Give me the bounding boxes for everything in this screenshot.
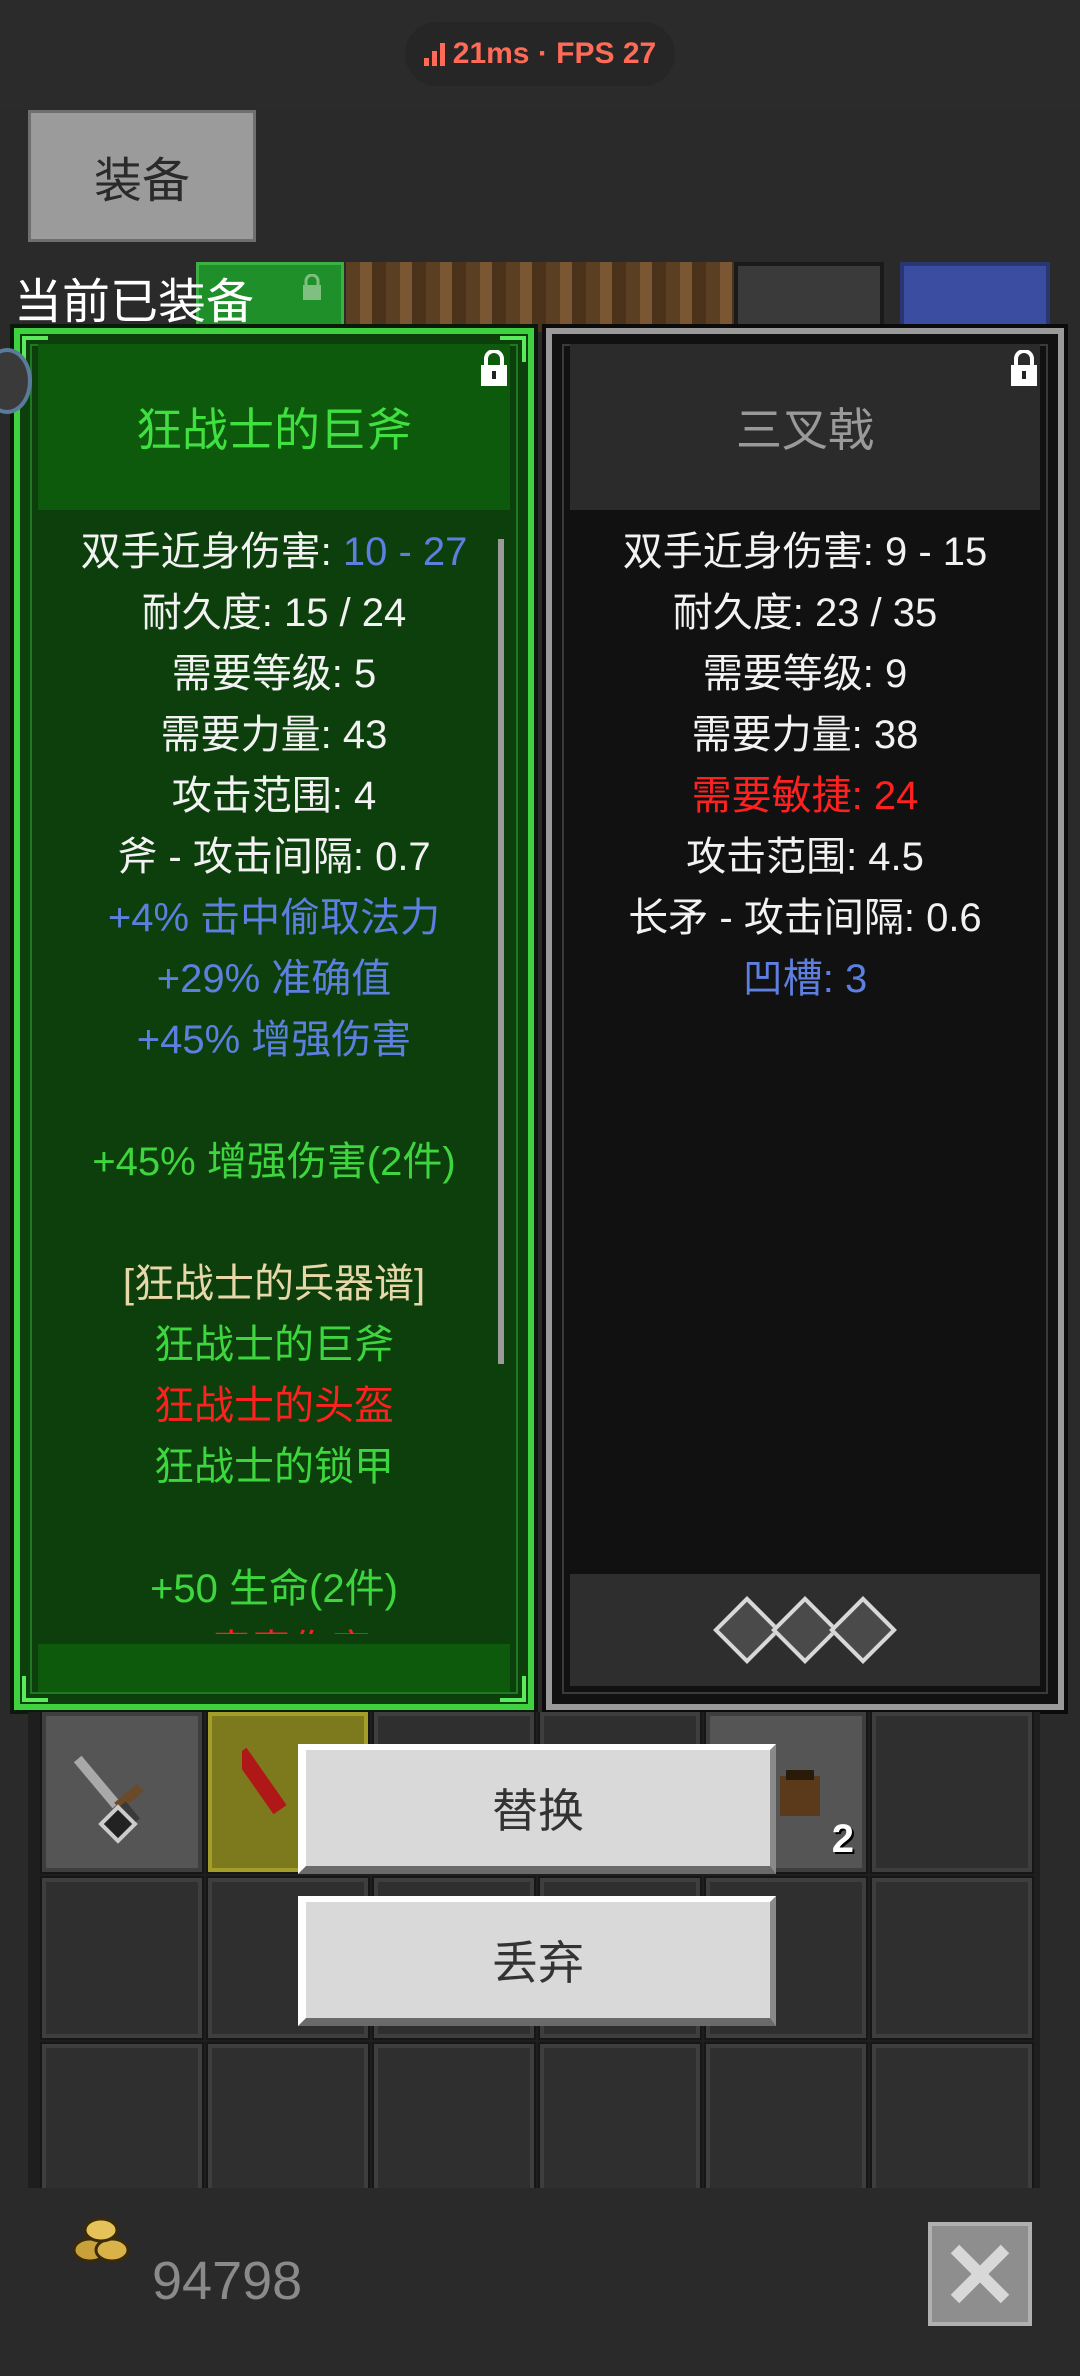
- inventory-slot[interactable]: [206, 2042, 370, 2188]
- equipped-item-panel: 狂战士的巨斧 双手近身伤害: 10 - 27 耐久度: 15 / 24 需要等级: …: [10, 324, 538, 1714]
- stat-text: +45% 增强伤害: [136, 1018, 412, 1062]
- inventory-slot[interactable]: [372, 2042, 536, 2188]
- stat-line: 双手近身伤害: 9 - 15: [570, 522, 1040, 583]
- lock-icon: [303, 274, 321, 300]
- stat-line: 耐久度: 23 / 35: [570, 583, 1040, 644]
- inventory-slot[interactable]: [870, 1876, 1034, 2040]
- stat-line: 需要等级: 5: [38, 644, 510, 705]
- pouch-icon: [780, 1770, 820, 1816]
- stat-line: [38, 1498, 510, 1559]
- inventory-slot[interactable]: [538, 2042, 702, 2188]
- stat-line: 凹槽: 3: [570, 949, 1040, 1010]
- stat-text: 斧 - 攻击间隔: 0.7: [117, 835, 431, 879]
- socket-bar: [570, 1574, 1040, 1686]
- equip-slot-background: [346, 262, 734, 332]
- stat-text: + 毒素伤害: [177, 1628, 371, 1634]
- close-icon: [950, 2244, 1010, 2304]
- scrollbar[interactable]: [498, 539, 504, 1364]
- stat-line: +29% 准确值: [38, 949, 510, 1010]
- gold-amount: 94798: [152, 2251, 303, 2311]
- stat-text: 狂战士的巨斧: [154, 1323, 394, 1367]
- inventory-slot[interactable]: [40, 1876, 204, 2040]
- stat-text: 需要等级: 9: [702, 652, 908, 696]
- stat-text: [狂战士的兵器谱]: [122, 1262, 426, 1306]
- stat-line: 需要等级: 9: [570, 644, 1040, 705]
- stack-count: 2: [831, 1817, 854, 1861]
- equipment-tab-button[interactable]: 装备: [28, 110, 256, 242]
- compare-item-panel: 三叉戟 双手近身伤害: 9 - 15 耐久度: 23 / 35 需要等级: 9 需要力…: [542, 324, 1068, 1714]
- stat-text: 长矛 - 攻击间隔: 0.6: [628, 896, 982, 940]
- item-stats-list: 双手近身伤害: 9 - 15 耐久度: 23 / 35 需要等级: 9 需要力量: 3…: [570, 522, 1040, 1010]
- inventory-slot[interactable]: [40, 1712, 204, 1874]
- lock-icon[interactable]: [1008, 350, 1040, 388]
- discard-button[interactable]: 丢弃: [298, 1896, 776, 2026]
- stat-line: 需要力量: 38: [570, 705, 1040, 766]
- stat-line: + 毒素伤害: [38, 1620, 510, 1634]
- stat-line: 狂战士的巨斧: [38, 1315, 510, 1376]
- item-name: 狂战士的巨斧: [38, 344, 510, 510]
- inventory-slot[interactable]: [870, 1712, 1034, 1874]
- stat-line: 斧 - 攻击间隔: 0.7: [38, 827, 510, 888]
- equip-slot-empty[interactable]: [734, 262, 884, 332]
- network-stats: 21ms · FPS 27: [405, 22, 675, 86]
- lock-icon[interactable]: [478, 350, 510, 388]
- stat-text: 双手近身伤害: 9 - 15: [622, 530, 988, 574]
- stat-text: +4% 击中偷取法力: [107, 896, 441, 940]
- close-button[interactable]: [928, 2222, 1032, 2326]
- item-stats-list: 双手近身伤害: 10 - 27 耐久度: 15 / 24 需要等级: 5 需要力量: …: [38, 522, 510, 1634]
- stat-line: 需要敏捷: 24: [570, 766, 1040, 827]
- stat-text: 需要力量: 43: [160, 713, 388, 757]
- gold-coins-icon: [72, 2217, 130, 2263]
- panel-footer: [38, 1644, 510, 1692]
- stat-line: +45% 增强伤害: [38, 1010, 510, 1071]
- stat-text: 耐久度: 15 / 24: [141, 591, 407, 635]
- equip-slot-ring[interactable]: [900, 262, 1050, 332]
- stat-line: 攻击范围: 4: [38, 766, 510, 827]
- stat-line: 耐久度: 15 / 24: [38, 583, 510, 644]
- stat-line: 长矛 - 攻击间隔: 0.6: [570, 888, 1040, 949]
- signal-icon: [423, 42, 445, 66]
- stat-text: 攻击范围: 4.5: [686, 835, 924, 879]
- stat-line: 需要力量: 43: [38, 705, 510, 766]
- stat-text: +45% 增强伤害(2件): [92, 1140, 456, 1184]
- stat-text: 攻击范围: 4: [171, 774, 377, 818]
- stat-line: 攻击范围: 4.5: [570, 827, 1040, 888]
- separator: ·: [529, 37, 557, 70]
- stat-text: +29% 准确值: [156, 957, 392, 1001]
- replace-button[interactable]: 替换: [298, 1744, 776, 1874]
- stat-text: 狂战士的锁甲: [154, 1445, 394, 1489]
- inventory-slot[interactable]: [870, 2042, 1034, 2188]
- fps-text: FPS 27: [556, 37, 657, 70]
- stat-line: 双手近身伤害: 10 - 27: [38, 522, 510, 583]
- item-name: 三叉戟: [570, 344, 1040, 510]
- stat-text: 需要等级: 5: [171, 652, 377, 696]
- stat-text: +50 生命(2件): [150, 1567, 398, 1611]
- stat-text: 双手近身伤害:: [80, 530, 343, 574]
- stat-text: 耐久度: 23 / 35: [672, 591, 938, 635]
- stat-line: +45% 增强伤害(2件): [38, 1132, 510, 1193]
- stat-line: [狂战士的兵器谱]: [38, 1254, 510, 1315]
- inventory-slot[interactable]: [704, 2042, 868, 2188]
- socket-icon: [829, 1596, 897, 1664]
- latency-text: 21ms: [452, 37, 530, 70]
- stat-text: 需要力量: 38: [691, 713, 919, 757]
- stat-line: 狂战士的锁甲: [38, 1437, 510, 1498]
- status-bar: 21ms · FPS 27: [0, 0, 1080, 110]
- equipped-label: 当前已装备: [14, 276, 255, 329]
- stat-text: 凹槽: 3: [742, 957, 868, 1001]
- stat-line: [38, 1193, 510, 1254]
- stat-line: +50 生命(2件): [38, 1559, 510, 1620]
- stat-line: [38, 1071, 510, 1132]
- stat-line: 狂战士的头盔: [38, 1376, 510, 1437]
- stat-text: 狂战士的头盔: [154, 1384, 394, 1428]
- stat-text: 需要敏捷: 24: [691, 774, 919, 818]
- stat-line: +4% 击中偷取法力: [38, 888, 510, 949]
- sword-icon: [73, 1755, 144, 1844]
- inventory-slot[interactable]: [40, 2042, 204, 2188]
- stat-text: 10 - 27: [342, 530, 468, 574]
